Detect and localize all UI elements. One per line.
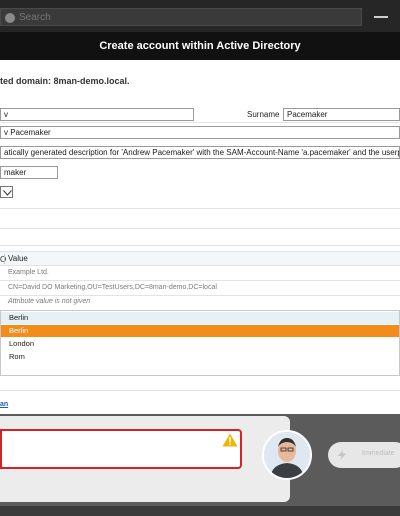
error-message-bubble <box>0 429 242 469</box>
search-box[interactable] <box>0 8 362 26</box>
attribute-table-header: O Value <box>0 251 400 266</box>
surname-field[interactable]: Pacemaker <box>283 108 400 121</box>
dropdown-option[interactable]: Rom <box>1 351 399 363</box>
chevron-down-icon <box>3 190 12 196</box>
domain-text: ted domain: 8man-demo.local. <box>0 76 130 86</box>
action-button-label: Immediate <box>362 450 395 457</box>
dropdown-option[interactable]: Berlin <box>1 312 399 324</box>
search-icon <box>5 13 15 23</box>
city-dropdown-list[interactable]: Berlin Berlin London Rom <box>0 310 400 376</box>
row-divider <box>0 280 400 281</box>
divider <box>0 245 400 246</box>
first-name-field[interactable]: v <box>0 108 194 121</box>
column-divider[interactable] <box>4 254 5 264</box>
page-title: Create account within Active Directory <box>0 32 400 60</box>
divider <box>0 122 400 123</box>
row-divider <box>0 295 400 296</box>
expand-dropdown[interactable] <box>0 186 13 198</box>
dropdown-option[interactable]: London <box>1 338 399 350</box>
warning-icon <box>222 433 238 447</box>
surname-label: Surname <box>247 110 280 119</box>
search-input[interactable] <box>19 11 319 23</box>
divider <box>0 208 400 209</box>
link[interactable]: an <box>0 401 8 408</box>
divider <box>0 228 400 229</box>
dropdown-option-highlighted[interactable]: Berlin <box>1 325 399 337</box>
avatar <box>262 430 312 480</box>
divider <box>0 390 400 391</box>
account-name-field[interactable]: maker <box>0 166 58 179</box>
table-cell-value: Example Ltd. <box>8 269 49 276</box>
minimize-icon[interactable] <box>374 16 388 18</box>
value-column-header: Value <box>8 254 28 263</box>
flash-icon <box>338 450 346 460</box>
table-cell-value: Attribute value is not given <box>8 298 91 305</box>
description-field[interactable]: atically generated description for 'Andr… <box>0 146 400 159</box>
immediate-action-button[interactable]: Immediate <box>328 442 400 468</box>
bottom-strip <box>0 506 400 516</box>
table-cell-value: CN=David DO Marketing,OU=TestUsers,DC=8m… <box>8 284 217 291</box>
display-name-field[interactable]: v Pacemaker <box>0 126 400 139</box>
